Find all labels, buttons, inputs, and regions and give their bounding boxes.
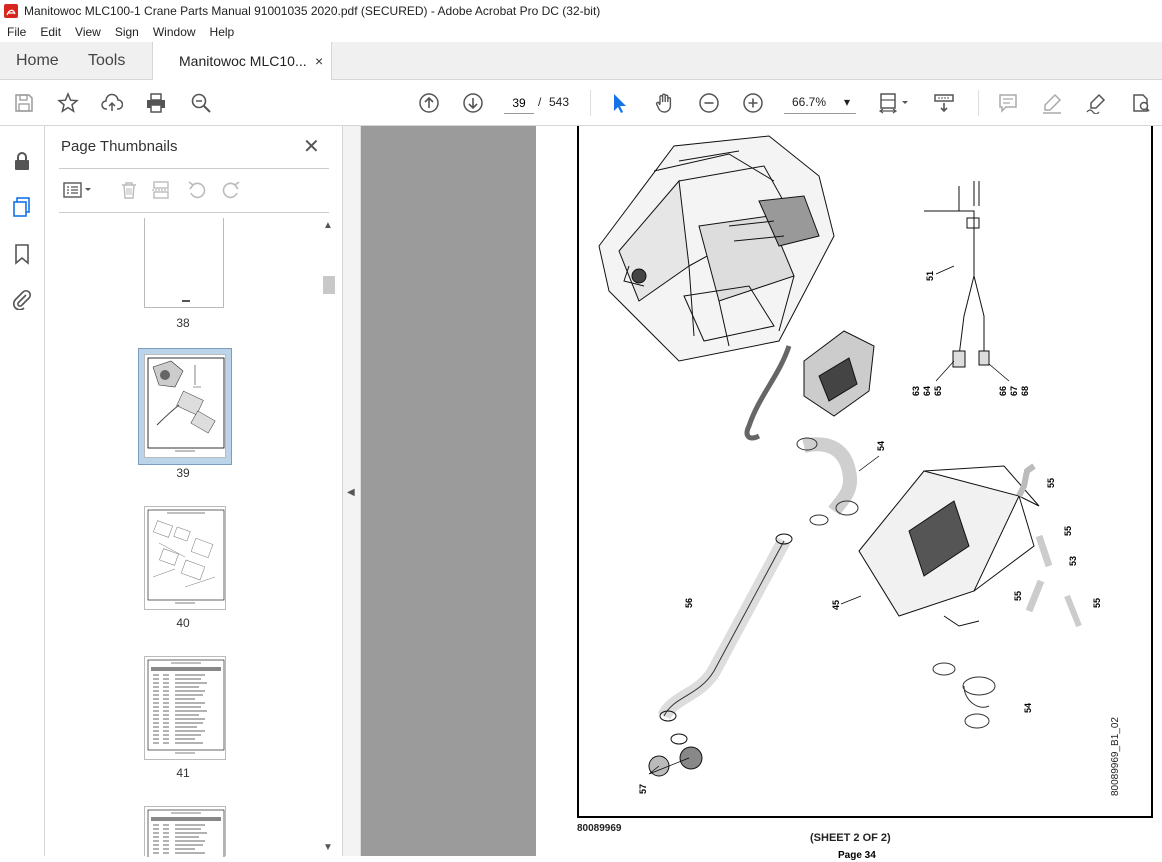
menu-edit[interactable]: Edit (33, 25, 68, 39)
rotate-ccw-icon[interactable] (185, 178, 209, 202)
callout-55-d: 55 (1092, 598, 1102, 608)
thumbnail-page-41[interactable] (144, 656, 226, 760)
attachment-icon[interactable] (11, 288, 33, 311)
document-code: 80089969 (577, 823, 622, 834)
scroll-mode-icon[interactable] (932, 91, 956, 115)
callout-55-c: 55 (1013, 591, 1023, 601)
tab-tools[interactable]: Tools (88, 42, 125, 80)
callout-53: 53 (1068, 556, 1078, 566)
rotate-cw-icon[interactable] (219, 178, 243, 202)
panel-collapse-strip[interactable]: ◀ (343, 126, 361, 856)
scroll-thumb[interactable] (323, 276, 335, 294)
zoom-value: 66.7% (792, 94, 827, 109)
zoom-out-icon[interactable] (697, 91, 721, 115)
parts-drawing: 51 63 64 65 66 67 68 54 55 55 53 55 55 5… (598, 135, 1102, 794)
zoom-dropdown[interactable]: 66.7% ▾ (784, 90, 856, 114)
thumbnail-page-38[interactable] (144, 218, 224, 308)
previous-page-icon[interactable] (417, 91, 441, 115)
thumbnail-page-39[interactable] (144, 354, 226, 458)
thumbnail-page-40[interactable] (144, 506, 226, 610)
thumbnail-page-42[interactable] (144, 806, 226, 861)
callout-56: 56 (684, 598, 694, 608)
window-title: Manitowoc MLC100-1 Crane Parts Manual 91… (24, 4, 601, 18)
menu-window[interactable]: Window (146, 25, 203, 39)
menu-help[interactable]: Help (203, 25, 242, 39)
scroll-up-icon[interactable]: ▲ (323, 220, 333, 231)
thumbnail-label-39: 39 (176, 466, 190, 480)
collapse-left-icon[interactable]: ◀ (347, 487, 355, 498)
comment-icon[interactable] (996, 91, 1020, 115)
callout-64: 64 (922, 386, 932, 396)
page-thumbnails-icon[interactable] (11, 196, 33, 218)
thumbnail-label-38: 38 (176, 316, 190, 330)
callout-66: 66 (998, 386, 1008, 396)
tab-bar: Home Tools Manitowoc MLC10... × (0, 42, 1162, 80)
thumbnails-panel: Page Thumbnails ✕ 38 39 40 41 ▲ ▼ (45, 126, 343, 861)
page-total: 543 (549, 95, 570, 109)
callout-55-b: 55 (1063, 526, 1073, 536)
print-icon[interactable] (144, 91, 168, 115)
toolbar-divider (590, 90, 591, 116)
callout-57: 57 (638, 784, 648, 794)
cloud-upload-icon[interactable] (100, 91, 124, 115)
drawing-frame: 51 63 64 65 66 67 68 54 55 55 53 55 55 5… (577, 126, 1153, 818)
tab-document-label: Manitowoc MLC10... (179, 53, 307, 69)
panel-divider-2 (59, 212, 329, 213)
thumbnail-options-icon[interactable] (61, 178, 95, 202)
callout-45: 45 (831, 600, 841, 610)
callout-51: 51 (925, 271, 935, 281)
tab-home[interactable]: Home (16, 42, 59, 80)
tab-close-button[interactable]: × (315, 42, 323, 80)
save-icon[interactable] (12, 91, 36, 115)
callout-54-top: 54 (876, 441, 886, 451)
callout-68: 68 (1020, 386, 1030, 396)
menu-view[interactable]: View (68, 25, 108, 39)
delete-page-icon[interactable] (117, 178, 141, 202)
sign-icon[interactable] (1084, 91, 1108, 115)
fit-page-icon[interactable] (876, 91, 912, 115)
panel-title: Page Thumbnails (61, 138, 178, 155)
pdf-page: 51 63 64 65 66 67 68 54 55 55 53 55 55 5… (536, 126, 1162, 861)
callout-55-a: 55 (1046, 478, 1056, 488)
title-bar: Manitowoc MLC100-1 Crane Parts Manual 91… (0, 0, 1162, 22)
callout-54-bottom: 54 (1023, 703, 1033, 713)
page-number-input[interactable] (504, 92, 534, 114)
zoom-in-icon[interactable] (741, 91, 765, 115)
callout-67: 67 (1009, 386, 1019, 396)
document-viewer[interactable]: 51 63 64 65 66 67 68 54 55 55 53 55 55 5… (361, 126, 1162, 861)
callout-65: 65 (933, 386, 943, 396)
callout-63: 63 (911, 386, 921, 396)
menu-file[interactable]: File (0, 25, 33, 39)
scroll-down-icon[interactable]: ▼ (323, 842, 333, 853)
select-cursor-icon[interactable] (608, 91, 632, 115)
acrobat-icon (4, 4, 18, 18)
toolbar (0, 80, 1162, 126)
toolbar-divider-2 (978, 90, 979, 116)
highlight-pen-icon[interactable] (1040, 91, 1064, 115)
close-panel-button[interactable]: ✕ (303, 134, 320, 159)
menu-sign[interactable]: Sign (108, 25, 146, 39)
extract-page-icon[interactable] (149, 178, 173, 202)
thumbnail-label-40: 40 (176, 616, 190, 630)
page-separator: / (538, 95, 542, 109)
star-icon[interactable] (56, 91, 80, 115)
menu-bar: File Edit View Sign Window Help (0, 22, 1162, 42)
drawing-id: 80089969_B1_02 (1110, 717, 1121, 796)
thumbnail-scrollbar[interactable]: ▲ ▼ (321, 220, 335, 856)
thumbnail-label-41: 41 (176, 766, 190, 780)
left-rail (0, 126, 45, 856)
sheet-label: (SHEET 2 OF 2) (810, 832, 891, 844)
hand-tool-icon[interactable] (653, 91, 677, 115)
tools-more-icon[interactable] (1128, 91, 1152, 115)
tab-document[interactable]: Manitowoc MLC10... × (152, 42, 332, 80)
lock-icon[interactable] (11, 150, 33, 172)
next-page-icon[interactable] (461, 91, 485, 115)
panel-divider (59, 168, 329, 169)
bookmark-icon[interactable] (11, 243, 33, 265)
zoom-search-icon[interactable] (189, 91, 213, 115)
chevron-down-icon: ▾ (843, 94, 850, 109)
